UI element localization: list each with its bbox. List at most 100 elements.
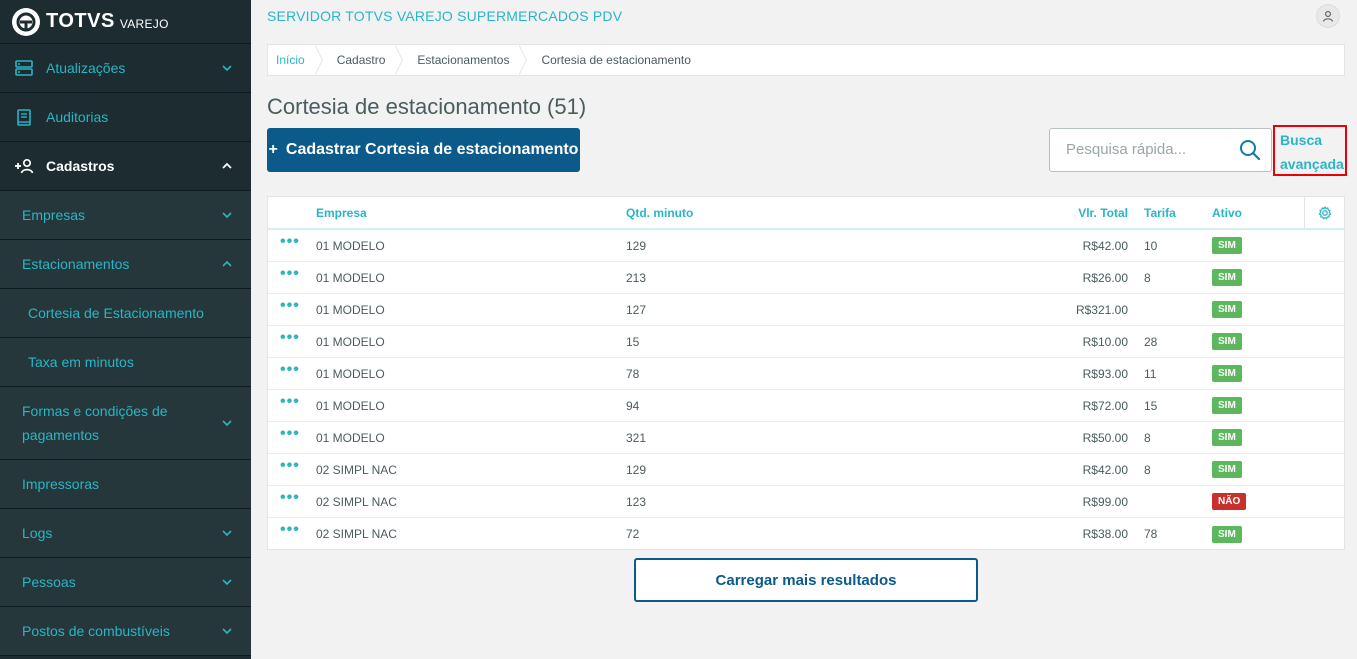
- add-cortesia-button-label: Cadastrar Cortesia de estacionamento: [285, 141, 579, 158]
- sidebar-item-label: Empresas: [22, 207, 86, 223]
- cell-vlr-total: R$99.00: [1082, 494, 1128, 509]
- table-row: ••• 01 MODELO 127 R$321.00 SIM: [268, 294, 1344, 326]
- sidebar-item-label: Formas e condições de pagamentos: [22, 403, 168, 443]
- sidebar-item-impressoras[interactable]: Impressoras: [0, 460, 251, 509]
- table-row: ••• 01 MODELO 129 R$42.00 10 SIM: [268, 230, 1344, 262]
- add-user-icon: [14, 156, 34, 176]
- sidebar-item-label: Estacionamentos: [22, 256, 130, 272]
- cell-vlr-total: R$38.00: [1082, 527, 1128, 541]
- sidebar-item-label: Impressoras: [22, 476, 100, 492]
- more-actions-icon[interactable]: •••: [268, 233, 316, 249]
- cell-empresa: 01 MODELO: [316, 270, 385, 285]
- table-row: ••• 01 MODELO 15 R$10.00 28 SIM: [268, 326, 1344, 358]
- column-header-tarifa[interactable]: Tarifa: [1128, 206, 1212, 220]
- sidebar-item-pessoas[interactable]: Pessoas: [0, 558, 251, 607]
- breadcrumb-item-current: Cortesia de estacionamento: [541, 53, 691, 67]
- brand-sub: VAREJO: [119, 17, 169, 31]
- brand-logo[interactable]: TOTVS VAREJO: [0, 0, 251, 44]
- sidebar-item-cadastros[interactable]: Cadastros: [0, 142, 251, 191]
- table-row: ••• 01 MODELO 321 R$50.00 8 SIM: [268, 422, 1344, 454]
- chevron-down-icon: [222, 530, 232, 537]
- sidebar-item-formas-pagamento[interactable]: Formas e condições de pagamentos: [0, 387, 251, 460]
- search-input[interactable]: [1066, 129, 1236, 169]
- cell-qtd-minuto: 72: [626, 527, 640, 541]
- cell-vlr-total: R$26.00: [1082, 270, 1128, 285]
- more-actions-icon[interactable]: •••: [268, 297, 316, 313]
- sidebar-item-label: Atualizações: [46, 60, 126, 76]
- status-badge: SIM: [1212, 429, 1242, 446]
- cell-qtd-minuto: 123: [626, 494, 647, 509]
- column-header-qtd-minuto[interactable]: Qtd. minuto: [626, 206, 936, 220]
- cortesia-table: Empresa Qtd. minuto Vlr. Total Tarifa At…: [267, 196, 1345, 550]
- server-icon: [14, 58, 34, 78]
- cell-qtd-minuto: 15: [626, 334, 640, 349]
- sidebar-item-auditorias[interactable]: Auditorias: [0, 93, 251, 142]
- cell-qtd-minuto: 127: [626, 302, 647, 317]
- advanced-search-link[interactable]: Busca avançada: [1273, 125, 1347, 176]
- status-badge: SIM: [1212, 397, 1242, 414]
- breadcrumb-item-estacionamentos[interactable]: Estacionamentos: [403, 44, 528, 76]
- sidebar-item-cortesia-estacionamento[interactable]: Cortesia de Estacionamento: [0, 289, 251, 338]
- brand-name: TOTVS: [46, 10, 115, 32]
- advanced-search-line2: avançada: [1280, 156, 1344, 172]
- cell-empresa: 02 SIMPL NAC: [316, 494, 397, 509]
- cell-tarifa: 8: [1144, 462, 1151, 477]
- load-more-button[interactable]: Carregar mais resultados: [634, 558, 978, 602]
- chevron-up-icon: [222, 260, 232, 267]
- cell-tarifa: 11: [1144, 366, 1157, 381]
- cell-tarifa: 8: [1144, 430, 1151, 445]
- table-row: ••• 02 SIMPL NAC 123 R$99.00 NÃO: [268, 486, 1344, 518]
- sidebar-item-label: Cadastros: [46, 158, 115, 174]
- table-row: ••• 02 SIMPL NAC 129 R$42.00 8 SIM: [268, 454, 1344, 486]
- sidebar-item-postos-combustiveis[interactable]: Postos de combustíveis: [0, 607, 251, 656]
- more-actions-icon[interactable]: •••: [268, 425, 316, 441]
- status-badge: SIM: [1212, 333, 1242, 350]
- user-menu-button[interactable]: [1316, 4, 1340, 28]
- table-row: ••• 01 MODELO 213 R$26.00 8 SIM: [268, 262, 1344, 294]
- cell-empresa: 01 MODELO: [316, 302, 385, 317]
- book-icon: [14, 107, 34, 127]
- more-actions-icon[interactable]: •••: [268, 522, 316, 538]
- user-icon: [1322, 11, 1334, 22]
- sidebar-item-label: Auditorias: [46, 109, 109, 125]
- cell-empresa: 01 MODELO: [316, 334, 385, 349]
- cell-empresa: 02 SIMPL NAC: [316, 462, 397, 477]
- more-actions-icon[interactable]: •••: [268, 265, 316, 281]
- cell-tarifa: 10: [1144, 238, 1158, 253]
- page-title: Cortesia de estacionamento (51): [267, 94, 587, 119]
- sidebar-item-logs[interactable]: Logs: [0, 509, 251, 558]
- more-actions-icon[interactable]: •••: [268, 457, 316, 473]
- sidebar-item-estacionamentos[interactable]: Estacionamentos: [0, 240, 251, 289]
- table-header: Empresa Qtd. minuto Vlr. Total Tarifa At…: [268, 197, 1344, 230]
- topbar: SERVIDOR TOTVS VAREJO SUPERMERCADOS PDV: [251, 0, 1357, 36]
- quick-search: [1049, 128, 1272, 172]
- cell-tarifa: 8: [1144, 270, 1151, 285]
- more-actions-icon[interactable]: •••: [268, 329, 316, 345]
- sidebar-item-label: Pessoas: [22, 574, 76, 590]
- more-actions-icon[interactable]: •••: [268, 393, 316, 409]
- status-badge: SIM: [1212, 365, 1242, 382]
- breadcrumb-item-inicio[interactable]: Início: [268, 44, 323, 76]
- status-badge: SIM: [1212, 525, 1242, 543]
- more-actions-icon[interactable]: •••: [268, 361, 316, 377]
- status-badge: SIM: [1212, 461, 1242, 478]
- column-header-empresa[interactable]: Empresa: [316, 206, 626, 220]
- breadcrumb-item-cadastro[interactable]: Cadastro: [323, 44, 404, 76]
- sidebar-item-label: Logs: [22, 525, 53, 541]
- cell-empresa: 02 SIMPL NAC: [316, 527, 397, 541]
- column-header-vlr-total[interactable]: Vlr. Total: [936, 206, 1128, 220]
- cell-tarifa: 28: [1144, 334, 1158, 349]
- table-settings-button[interactable]: [1304, 197, 1344, 228]
- sidebar-item-atualizacoes[interactable]: Atualizações: [0, 44, 251, 93]
- column-header-ativo[interactable]: Ativo: [1212, 206, 1288, 220]
- search-icon[interactable]: [1239, 139, 1261, 161]
- server-title: SERVIDOR TOTVS VAREJO SUPERMERCADOS PDV: [267, 8, 623, 24]
- sidebar-item-empresas[interactable]: Empresas: [0, 191, 251, 240]
- chevron-down-icon: [222, 212, 232, 219]
- add-cortesia-button[interactable]: + Cadastrar Cortesia de estacionamento: [267, 128, 580, 172]
- advanced-search-line1: Busca: [1280, 132, 1323, 148]
- more-actions-icon[interactable]: •••: [268, 489, 316, 505]
- cell-empresa: 01 MODELO: [316, 430, 385, 445]
- cell-vlr-total: R$72.00: [1082, 398, 1128, 413]
- sidebar-item-taxa-minutos[interactable]: Taxa em minutos: [0, 338, 251, 387]
